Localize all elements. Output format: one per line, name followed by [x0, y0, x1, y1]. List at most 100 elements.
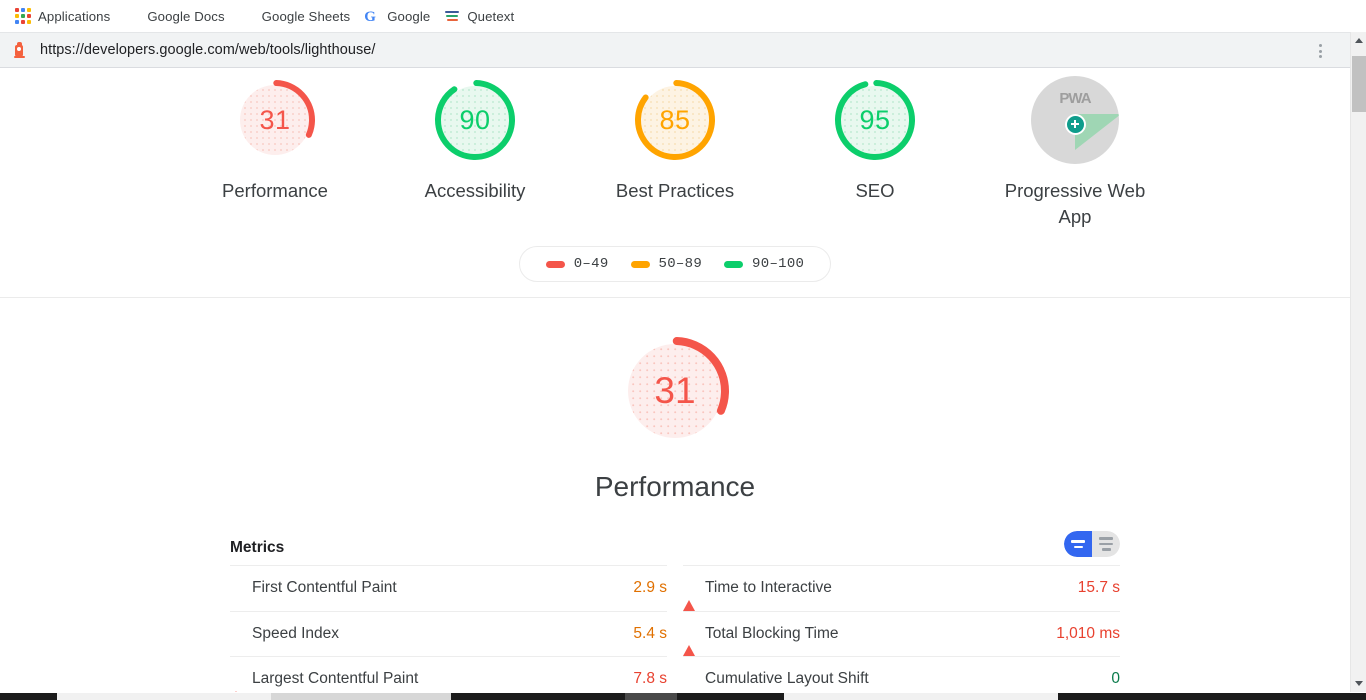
legend-color-swatch [630, 260, 650, 268]
score-gauge-performance[interactable]: 31 Performance [201, 76, 349, 230]
metric-value: 7.8 s [633, 670, 667, 688]
bookmark-label: Quetext [467, 8, 515, 24]
accessibility-gauge-ring: 90 [431, 76, 519, 164]
taskbar-segment [784, 693, 1058, 700]
bookmark-label: Google Sheets [261, 8, 351, 24]
scroll-down-arrow-icon[interactable] [1351, 675, 1366, 692]
google-docs-icon [124, 8, 140, 24]
metric-value: 5.4 s [633, 624, 667, 642]
taskbar-segment [57, 693, 271, 700]
legend-color-swatch [545, 260, 565, 268]
browser-window: Applications Google Docs Google Sheets G… [0, 0, 1366, 700]
scrollbar-thumb[interactable] [1352, 56, 1366, 112]
metrics-title: Metrics [230, 539, 285, 556]
gauge-label: Progressive Web App [1004, 180, 1146, 227]
google-icon: G [364, 9, 376, 25]
metric-status-circle-icon [683, 674, 694, 685]
bookmark-quetext[interactable]: Quetext [439, 5, 523, 27]
gauge-score-value: 85 [659, 104, 691, 135]
performance-category-section: 31 Performance Metrics First Contentful … [0, 298, 1350, 692]
url-text[interactable]: https://developers.google.com/web/tools/… [40, 42, 375, 58]
metric-row[interactable]: Time to Interactive 15.7 s [683, 565, 1120, 611]
legend-color-swatch [724, 260, 744, 268]
metric-name: First Contentful Paint [252, 579, 397, 597]
gauge-score-value: 90 [459, 104, 491, 135]
gauge-label: SEO [855, 180, 895, 201]
toggle-simple-view[interactable] [1064, 531, 1092, 557]
performance-score-value: 31 [654, 370, 696, 411]
metric-status-triangle-icon [230, 673, 242, 692]
score-gauge-seo[interactable]: 95 SEO [801, 76, 949, 230]
gauge-score-value: 95 [859, 104, 891, 135]
performance-large-gauge: 31 [617, 333, 733, 449]
seo-gauge-ring: 95 [831, 76, 919, 164]
metric-status-triangle-icon [683, 628, 695, 657]
legend-item-average: 50–89 [630, 256, 703, 272]
score-gauge-best-practices[interactable]: 85 Best Practices [601, 76, 749, 230]
page-title: Performance [594, 471, 756, 502]
metric-status-triangle-icon [683, 582, 695, 611]
score-gauge-accessibility[interactable]: 90 Accessibility [401, 76, 549, 230]
gauge-label: Accessibility [424, 180, 526, 201]
metric-name: Largest Contentful Paint [252, 670, 419, 688]
metrics-left-column: First Contentful Paint 2.9 s Speed Index… [230, 565, 667, 692]
metric-row[interactable]: First Contentful Paint 2.9 s [230, 565, 667, 611]
bookmark-google[interactable]: G Google [359, 5, 439, 27]
metrics-right-column: Time to Interactive 15.7 s Total Blockin… [683, 565, 1120, 692]
taskbar-segment [625, 693, 677, 700]
pwa-badge-icon: PWA [1031, 76, 1119, 164]
scores-summary-strip: 31 Performance 90 Accessibility 85 Best … [0, 69, 1350, 298]
score-gauges: 31 Performance 90 Accessibility 85 Best … [0, 69, 1350, 230]
metrics-header: Metrics [230, 531, 1120, 565]
quetext-icon [444, 8, 460, 24]
bookmark-google-docs[interactable]: Google Docs [119, 5, 233, 27]
performance-gauge-ring: 31 [231, 76, 319, 164]
metric-value: 0 [1111, 670, 1120, 688]
metrics-columns: First Contentful Paint 2.9 s Speed Index… [230, 565, 1120, 692]
legend-label: 50–89 [658, 256, 703, 272]
metric-name: Cumulative Layout Shift [705, 670, 869, 688]
best-practices-gauge-ring: 85 [631, 76, 719, 164]
scroll-up-arrow-icon[interactable] [1351, 32, 1366, 49]
apps-grid-icon [15, 8, 31, 24]
pwa-plus-icon [1065, 114, 1086, 135]
metric-status-square-icon [230, 628, 241, 639]
gauge-label: Best Practices [615, 180, 735, 201]
google-sheets-icon [239, 8, 255, 24]
gauge-score-value: 31 [259, 104, 291, 135]
bookmark-label: Applications [38, 8, 111, 24]
pwa-text: PWA [1059, 90, 1091, 107]
legend-label: 0–49 [573, 256, 609, 272]
address-bar[interactable]: https://developers.google.com/web/tools/… [0, 32, 1366, 68]
kebab-menu-icon[interactable] [1312, 43, 1328, 59]
metric-value: 2.9 s [633, 579, 667, 597]
bookmark-google-sheets[interactable]: Google Sheets [234, 5, 360, 27]
lighthouse-icon [10, 41, 28, 59]
legend-item-good: 90–100 [724, 256, 804, 272]
metric-name: Time to Interactive [705, 579, 832, 597]
metric-row[interactable]: Speed Index 5.4 s [230, 610, 667, 657]
page-viewport: 31 Performance 90 Accessibility 85 Best … [0, 69, 1350, 692]
score-gauge-pwa[interactable]: PWA Progressive Web App [1001, 76, 1149, 230]
metric-row[interactable]: Cumulative Layout Shift 0 [683, 656, 1120, 692]
score-legend-wrap: 0–49 50–89 90–100 [0, 246, 1350, 282]
gauge-label: Performance [222, 180, 328, 201]
legend-item-poor: 0–49 [545, 256, 609, 272]
toggle-expanded-view[interactable] [1092, 531, 1120, 557]
taskbar [0, 693, 1366, 700]
metric-value: 15.7 s [1077, 579, 1120, 597]
bookmarks-bar: Applications Google Docs Google Sheets G… [0, 0, 1366, 32]
metric-name: Speed Index [252, 624, 340, 642]
taskbar-segment [271, 693, 451, 700]
bookmark-label: Google Docs [147, 8, 225, 24]
score-legend: 0–49 50–89 90–100 [518, 246, 832, 282]
metric-value: 1,010 ms [1056, 624, 1120, 642]
metrics-section: Metrics First Contentful Paint 2.9 s Spe… [230, 531, 1120, 692]
metrics-view-toggle[interactable] [1064, 531, 1120, 557]
metric-row[interactable]: Largest Contentful Paint 7.8 s [230, 656, 667, 692]
legend-label: 90–100 [752, 256, 805, 272]
bookmark-applications[interactable]: Applications [10, 5, 119, 27]
metric-name: Total Blocking Time [705, 624, 839, 642]
page-scrollbar[interactable] [1350, 32, 1366, 692]
metric-row[interactable]: Total Blocking Time 1,010 ms [683, 610, 1120, 657]
